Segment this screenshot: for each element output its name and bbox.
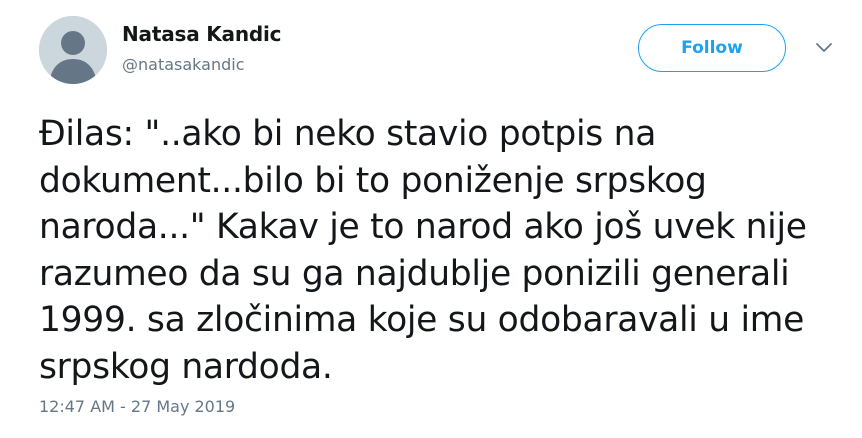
avatar[interactable] — [39, 16, 107, 84]
tweet-text: Đilas: "..ako bi neko stavio potpis na d… — [39, 114, 807, 387]
follow-button[interactable]: Follow — [638, 24, 786, 72]
tweet-timestamp[interactable]: 12:47 AM - 27 May 2019 — [39, 397, 235, 416]
author-handle[interactable]: @natasakandic — [122, 55, 245, 74]
default-profile-icon — [39, 16, 107, 84]
tweet-card: Natasa Kandic @natasakandic Follow Đilas… — [0, 0, 862, 438]
chevron-down-icon[interactable] — [814, 40, 834, 56]
author-name[interactable]: Natasa Kandic — [122, 22, 282, 46]
